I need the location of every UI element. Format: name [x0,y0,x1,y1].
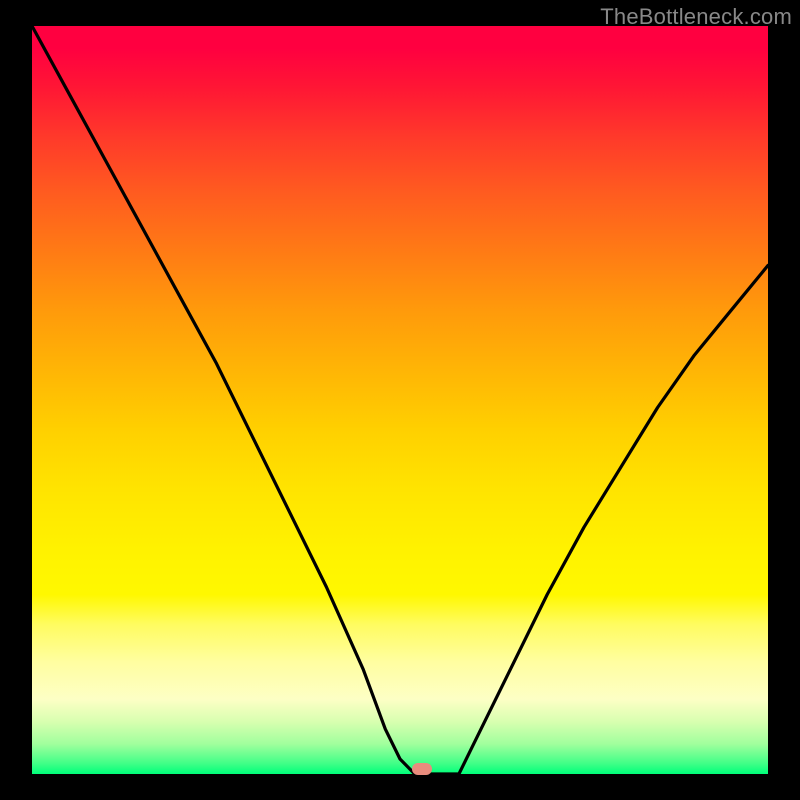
chart-frame: TheBottleneck.com [0,0,800,800]
min-marker [412,763,432,775]
plot-area [32,26,768,774]
bottleneck-curve [32,26,768,774]
watermark-text: TheBottleneck.com [600,4,792,30]
